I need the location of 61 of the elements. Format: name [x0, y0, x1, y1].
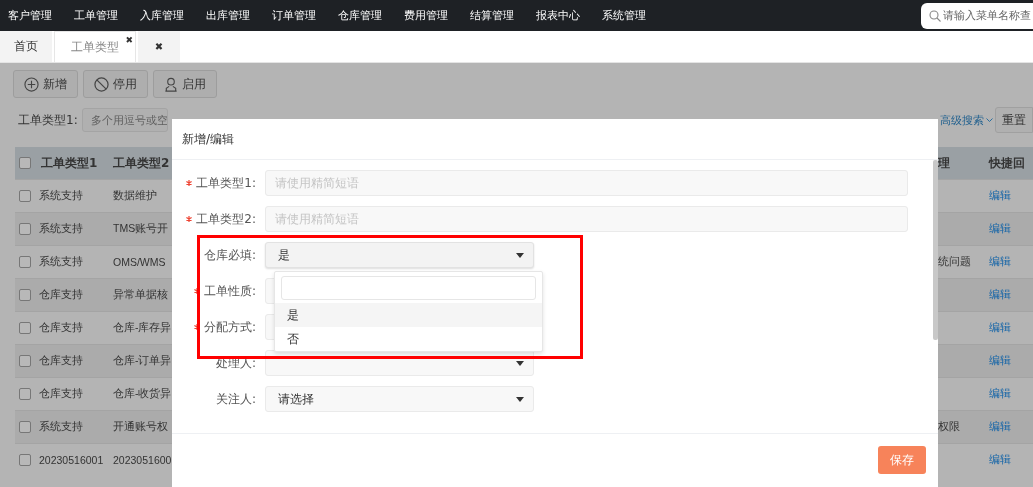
field-label: 分配方式:	[203, 318, 256, 336]
select-field[interactable]: 请选择	[265, 386, 534, 412]
nav-menu-item[interactable]: 系统管理	[602, 8, 650, 23]
caret-icon	[516, 360, 524, 366]
tab[interactable]: 首页	[0, 31, 52, 62]
table-cell: 权限	[938, 410, 983, 443]
checkbox[interactable]	[19, 157, 31, 169]
menu-search-field[interactable]: 请输入菜单名称查	[921, 2, 1033, 29]
dialog-title: 新增/编辑	[182, 130, 235, 148]
filter-label: 工单类型1:	[18, 111, 79, 129]
toolbar-button[interactable]: 启用	[153, 70, 217, 98]
nav-menu-item[interactable]: 订单管理	[272, 8, 320, 23]
caret-icon	[516, 396, 524, 402]
column-header: 工单类型2	[113, 154, 170, 172]
checkbox[interactable]	[19, 256, 31, 268]
checkbox[interactable]	[19, 421, 31, 433]
chevron-down-icon	[986, 117, 993, 123]
table-cell: 仓库支持	[35, 344, 107, 377]
dropdown-option[interactable]: 否	[275, 327, 542, 351]
nav-menu-item[interactable]: 入库管理	[140, 8, 188, 23]
filter-field[interactable]: 多个用逗号或空	[82, 108, 168, 132]
checkbox[interactable]	[19, 454, 31, 466]
nav-menu-item[interactable]: 出库管理	[206, 8, 254, 23]
plus-circle-icon	[24, 76, 39, 92]
column-header: 理	[938, 154, 950, 172]
field-label: 工单类型1:	[196, 174, 256, 192]
checkbox[interactable]	[19, 289, 31, 301]
nav-menu-item[interactable]: 结算管理	[470, 8, 518, 23]
field-label: 关注人:	[215, 390, 256, 408]
nav-menu-item[interactable]: 费用管理	[404, 8, 452, 23]
scrollbar-thumb[interactable]	[933, 160, 938, 340]
reset-button[interactable]: 重置	[995, 107, 1033, 133]
checkbox[interactable]	[19, 223, 31, 235]
checkbox[interactable]	[19, 322, 31, 334]
table-cell: 系统支持	[35, 410, 107, 443]
person-icon	[164, 76, 178, 92]
dropdown-search-field[interactable]	[281, 276, 536, 300]
close-tab[interactable]: ✖	[138, 31, 180, 62]
nav-menu-item[interactable]: 工单管理	[74, 8, 122, 23]
close-icon[interactable]: ✖	[125, 35, 133, 45]
toolbar-button[interactable]: 停用	[83, 70, 148, 98]
caret-icon	[516, 252, 524, 258]
search-icon	[929, 9, 941, 22]
select-field[interactable]: 是	[265, 242, 534, 268]
prohibited-icon	[94, 76, 109, 92]
table-cell: 仓库支持	[35, 278, 107, 311]
column-header: 快捷回	[989, 154, 1025, 172]
dropdown-option[interactable]: 是	[275, 303, 542, 327]
nav-menu-item[interactable]: 报表中心	[536, 8, 584, 23]
checkbox[interactable]	[19, 388, 31, 400]
checkbox[interactable]	[19, 190, 31, 202]
field-label: 工单性质:	[203, 282, 256, 300]
nav-menu-item[interactable]: 客户管理	[8, 8, 56, 23]
nav-menu-item[interactable]: 仓库管理	[338, 8, 386, 23]
column-header: 工单类型1	[41, 154, 98, 172]
tab[interactable]: 工单类型 ✖	[54, 31, 136, 62]
table-cell: 系统支持	[35, 212, 107, 245]
checkbox[interactable]	[19, 355, 31, 367]
toolbar-button[interactable]: 新增	[13, 70, 78, 98]
field-label: 工单类型2:	[196, 210, 256, 228]
field-label: 仓库必填:	[203, 246, 256, 264]
